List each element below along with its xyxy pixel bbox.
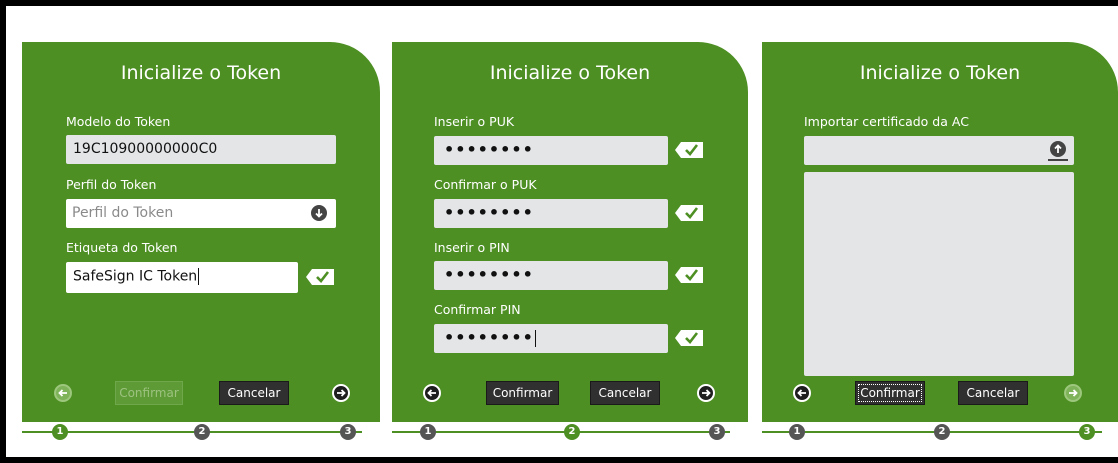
step-3: 3 <box>1079 424 1095 440</box>
tag-label: Etiqueta do Token <box>66 240 178 255</box>
model-field[interactable]: 19C10900000000C0 <box>66 135 336 164</box>
cancel-button[interactable]: Cancelar <box>590 381 660 405</box>
token-init-panel-step3: Inicialize o Token Importar certificado … <box>762 42 1118 422</box>
import-label: Importar certificado da AC <box>804 114 969 129</box>
pin-confirm-input[interactable]: •••••••• <box>434 324 668 353</box>
puk-input[interactable]: •••••••• <box>434 136 668 165</box>
step-2: 2 <box>194 424 210 440</box>
certificate-textarea[interactable] <box>804 172 1074 376</box>
profile-select[interactable]: Perfil do Token <box>66 199 336 228</box>
check-icon <box>675 330 703 346</box>
upload-underline <box>1048 159 1068 161</box>
cancel-button[interactable]: Cancelar <box>958 381 1028 405</box>
token-init-panel-step2: Inicialize o Token Inserir o PUK •••••••… <box>392 42 748 422</box>
next-arrow-icon[interactable] <box>697 384 715 402</box>
panel-title: Inicialize o Token <box>859 62 1021 84</box>
arrow-down-icon <box>311 205 327 221</box>
back-arrow-icon[interactable] <box>54 384 72 402</box>
step-indicator: 1 2 3 <box>392 422 748 442</box>
next-arrow-icon[interactable] <box>332 384 350 402</box>
puk-label: Inserir o PUK <box>434 114 515 129</box>
panel-title: Inicialize o Token <box>120 62 282 84</box>
step-1: 1 <box>789 424 805 440</box>
pin-input[interactable]: •••••••• <box>434 261 668 290</box>
step-1: 1 <box>420 424 436 440</box>
upload-icon[interactable] <box>1050 141 1066 157</box>
step-1: 1 <box>52 424 68 440</box>
tag-input[interactable]: SafeSign IC Token <box>66 262 298 293</box>
check-icon <box>675 142 703 158</box>
back-arrow-icon[interactable] <box>423 384 441 402</box>
check-icon <box>675 267 703 283</box>
puk-confirm-label: Confirmar o PUK <box>434 177 537 192</box>
step-3: 3 <box>340 424 356 440</box>
pin-label: Inserir o PIN <box>434 240 510 255</box>
pin-confirm-label: Confirmar PIN <box>434 302 521 317</box>
confirm-button[interactable]: Confirmar <box>486 381 559 405</box>
profile-label: Perfil do Token <box>66 177 157 192</box>
check-icon <box>306 269 334 285</box>
token-init-panel-step1: Inicialize o Token Modelo do Token 19C10… <box>22 42 380 422</box>
step-indicator: 1 2 3 <box>22 422 380 442</box>
panel-title: Inicialize o Token <box>489 62 651 84</box>
step-2: 2 <box>934 424 950 440</box>
step-2: 2 <box>564 424 580 440</box>
next-arrow-icon[interactable] <box>1064 384 1082 402</box>
back-arrow-icon[interactable] <box>793 384 811 402</box>
confirm-button[interactable]: Confirmar <box>115 381 183 405</box>
check-icon <box>675 205 703 221</box>
cancel-button[interactable]: Cancelar <box>219 381 289 405</box>
import-certificate-field[interactable] <box>804 136 1074 165</box>
step-3: 3 <box>709 424 725 440</box>
step-indicator: 1 2 3 <box>762 422 1118 442</box>
model-label: Modelo do Token <box>66 114 171 129</box>
puk-confirm-input[interactable]: •••••••• <box>434 199 668 228</box>
confirm-button[interactable]: Confirmar <box>855 381 925 405</box>
